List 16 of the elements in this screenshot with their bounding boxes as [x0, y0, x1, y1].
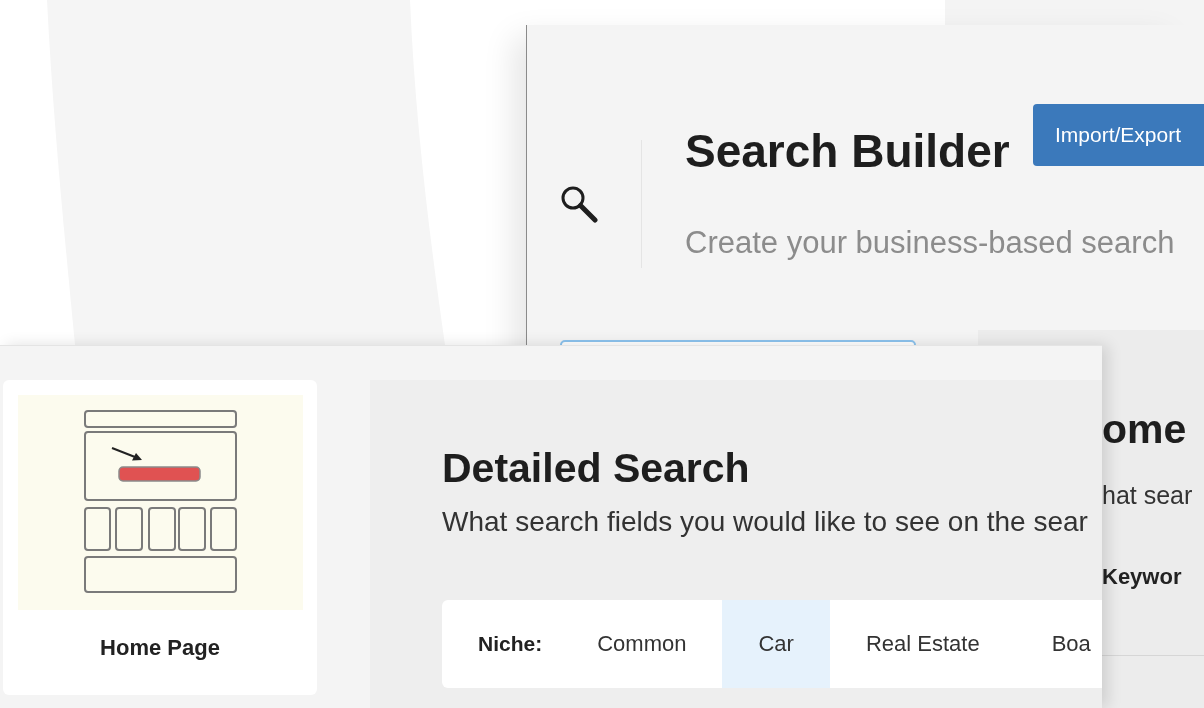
section-title: Detailed Search: [442, 444, 750, 493]
page-type-card[interactable]: Home Page: [3, 380, 317, 695]
page-title: Search Builder: [685, 127, 1010, 175]
card-label: Home Page: [100, 635, 220, 661]
search-icon: [560, 185, 598, 223]
page-subtitle: Create your business-based search: [685, 226, 1176, 260]
section-description: What search fields you would like to see on the sear: [442, 505, 1088, 539]
niche-tab[interactable]: Real Estate: [829, 600, 1016, 688]
niche-label: Niche:: [478, 632, 543, 656]
field-label: Keywor: [1102, 564, 1182, 590]
panel-subtitle: hat sear: [1102, 480, 1193, 511]
import-export-button[interactable]: Import/Export: [1033, 104, 1204, 166]
niche-tab[interactable]: Common: [561, 600, 723, 688]
niche-tab[interactable]: Car: [722, 600, 830, 688]
niche-tab[interactable]: Boa: [1015, 600, 1097, 688]
panel-title: ome: [1102, 405, 1187, 453]
